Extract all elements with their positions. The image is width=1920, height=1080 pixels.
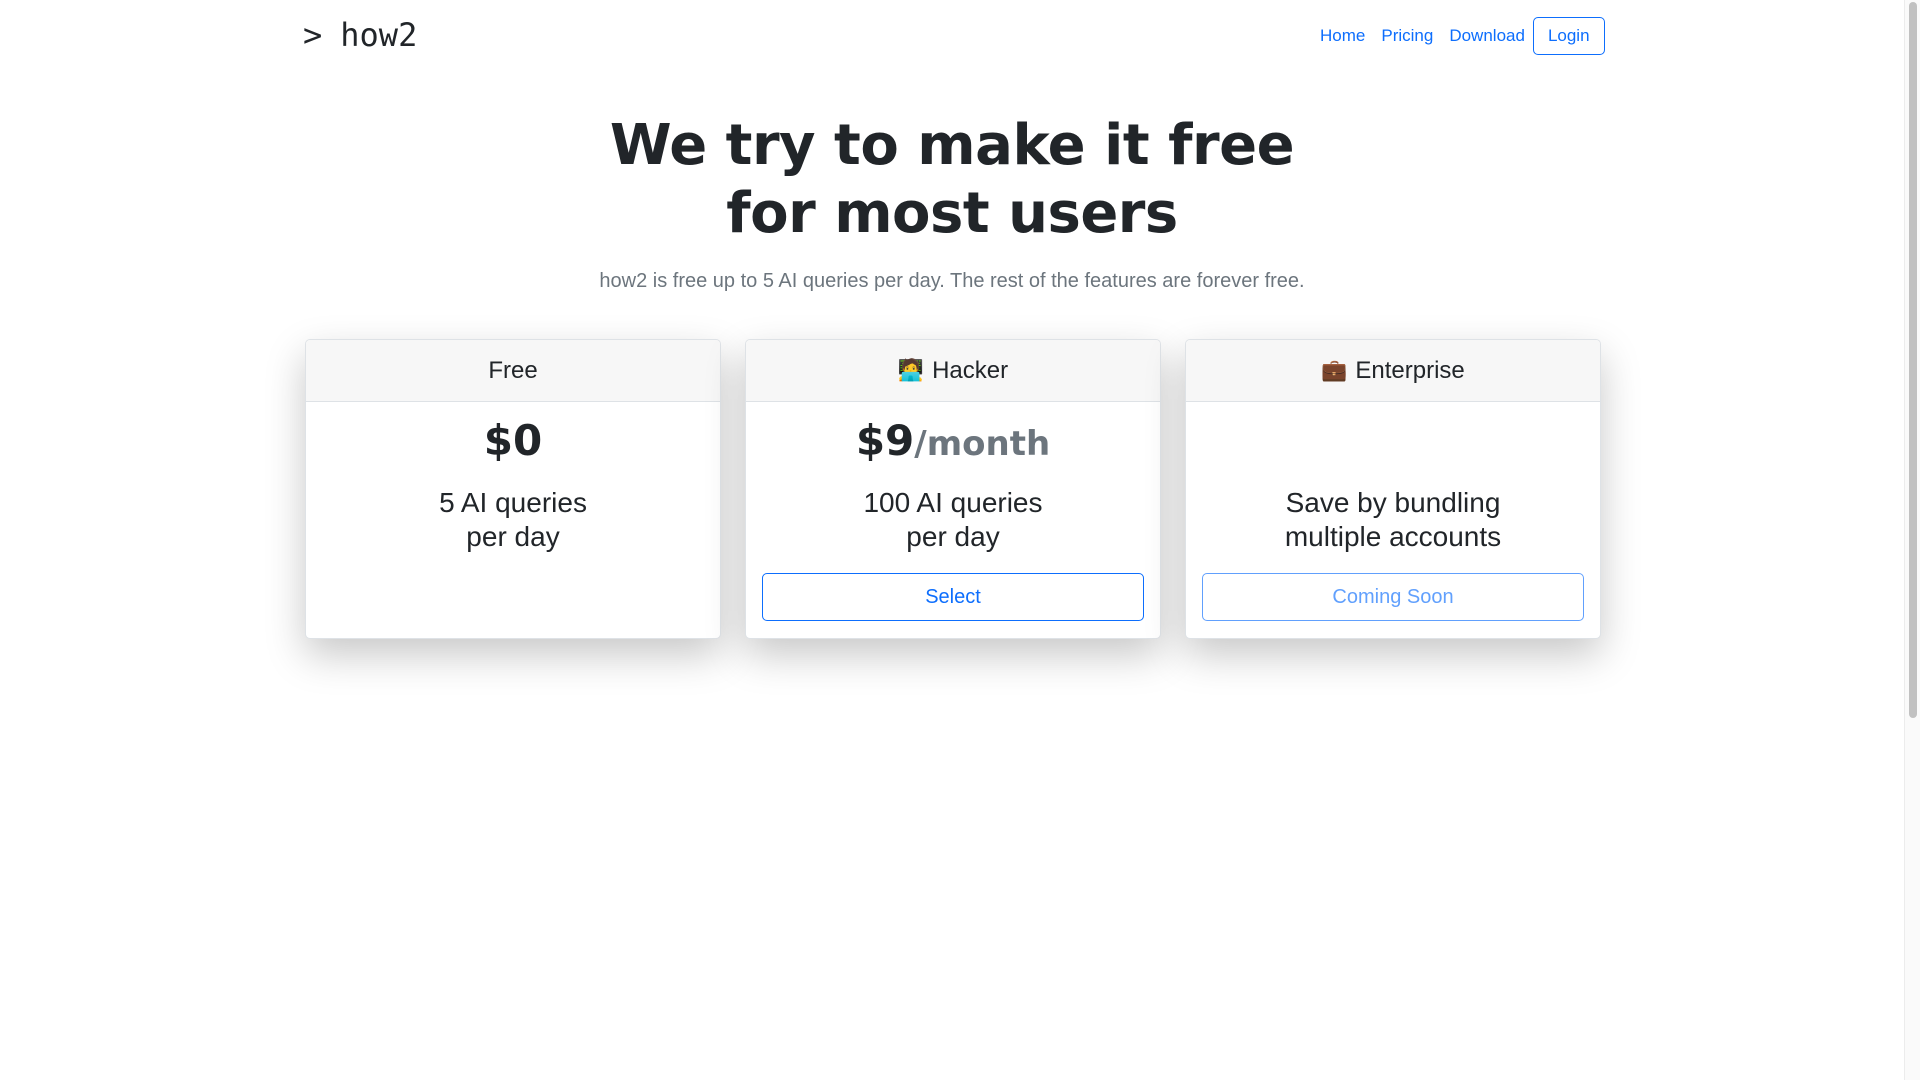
page-title: We try to make it free for most users	[0, 112, 1904, 248]
nav-download-link[interactable]: Download	[1449, 26, 1525, 46]
plan-card-free: Free $0 5 AI queries per day	[305, 339, 721, 639]
plan-name: Hacker	[932, 356, 1009, 384]
plan-name: Enterprise	[1355, 356, 1465, 384]
plan-feature: Save by bundling multiple accounts	[1186, 486, 1600, 554]
login-button[interactable]: Login	[1532, 17, 1605, 55]
brand-name: how2	[340, 16, 418, 54]
nav-pricing-link[interactable]: Pricing	[1381, 26, 1433, 46]
plan-card-enterprise: 💼 Enterprise Save by bundling multiple a…	[1185, 339, 1601, 639]
top-navbar: > how2 Home Pricing Download Login	[0, 0, 1920, 72]
main-nav: Home Pricing Download Login	[1320, 17, 1605, 55]
scrollbar-thumb[interactable]	[1909, 2, 1917, 718]
plan-feature-line-1: 5 AI queries	[439, 487, 587, 518]
plan-feature-line-2: multiple accounts	[1284, 521, 1502, 552]
page-subtitle: how2 is free up to 5 AI queries per day.…	[599, 270, 1305, 292]
plan-header: Free	[306, 340, 720, 402]
coming-soon-button[interactable]: Coming Soon	[1202, 573, 1584, 621]
briefcase-icon: 💼	[1321, 358, 1348, 382]
nav-home-link[interactable]: Home	[1320, 26, 1365, 46]
brand-logo[interactable]: > how2	[303, 14, 417, 56]
plan-feature-line-2: per day	[466, 521, 560, 552]
terminal-prompt-icon: >	[303, 16, 323, 54]
plan-header: 💼 Enterprise	[1186, 340, 1600, 402]
plan-feature-line-2: per day	[906, 521, 1000, 552]
plan-price-period: /month	[914, 424, 1051, 464]
plan-feature-line-1: Save by bundling	[1285, 487, 1501, 518]
hero-section: We try to make it free for most users ho…	[0, 112, 1904, 293]
plan-feature: 5 AI queries per day	[306, 486, 720, 554]
plan-feature: 100 AI queries per day	[746, 486, 1160, 554]
page-title-line-1: We try to make it free	[609, 113, 1295, 178]
plan-price-amount: $9	[855, 416, 915, 465]
plan-card-hacker: 🧑‍💻 Hacker $9/month 100 AI queries per d…	[745, 339, 1161, 639]
page-title-line-2: for most users	[726, 181, 1178, 246]
plan-name: Free	[488, 356, 538, 384]
plan-price: $9/month	[746, 416, 1160, 466]
select-hacker-button[interactable]: Select	[762, 573, 1144, 621]
plan-price-amount: $0	[483, 416, 543, 465]
pricing-cards: Free $0 5 AI queries per day 🧑‍💻 Hacker …	[305, 339, 1601, 639]
plan-feature-line-1: 100 AI queries	[863, 487, 1043, 518]
plan-price: $0	[306, 416, 720, 466]
technologist-icon: 🧑‍💻	[897, 358, 925, 382]
vertical-scrollbar[interactable]	[1904, 0, 1920, 1080]
plan-header: 🧑‍💻 Hacker	[746, 340, 1160, 402]
plan-price	[1186, 416, 1600, 466]
